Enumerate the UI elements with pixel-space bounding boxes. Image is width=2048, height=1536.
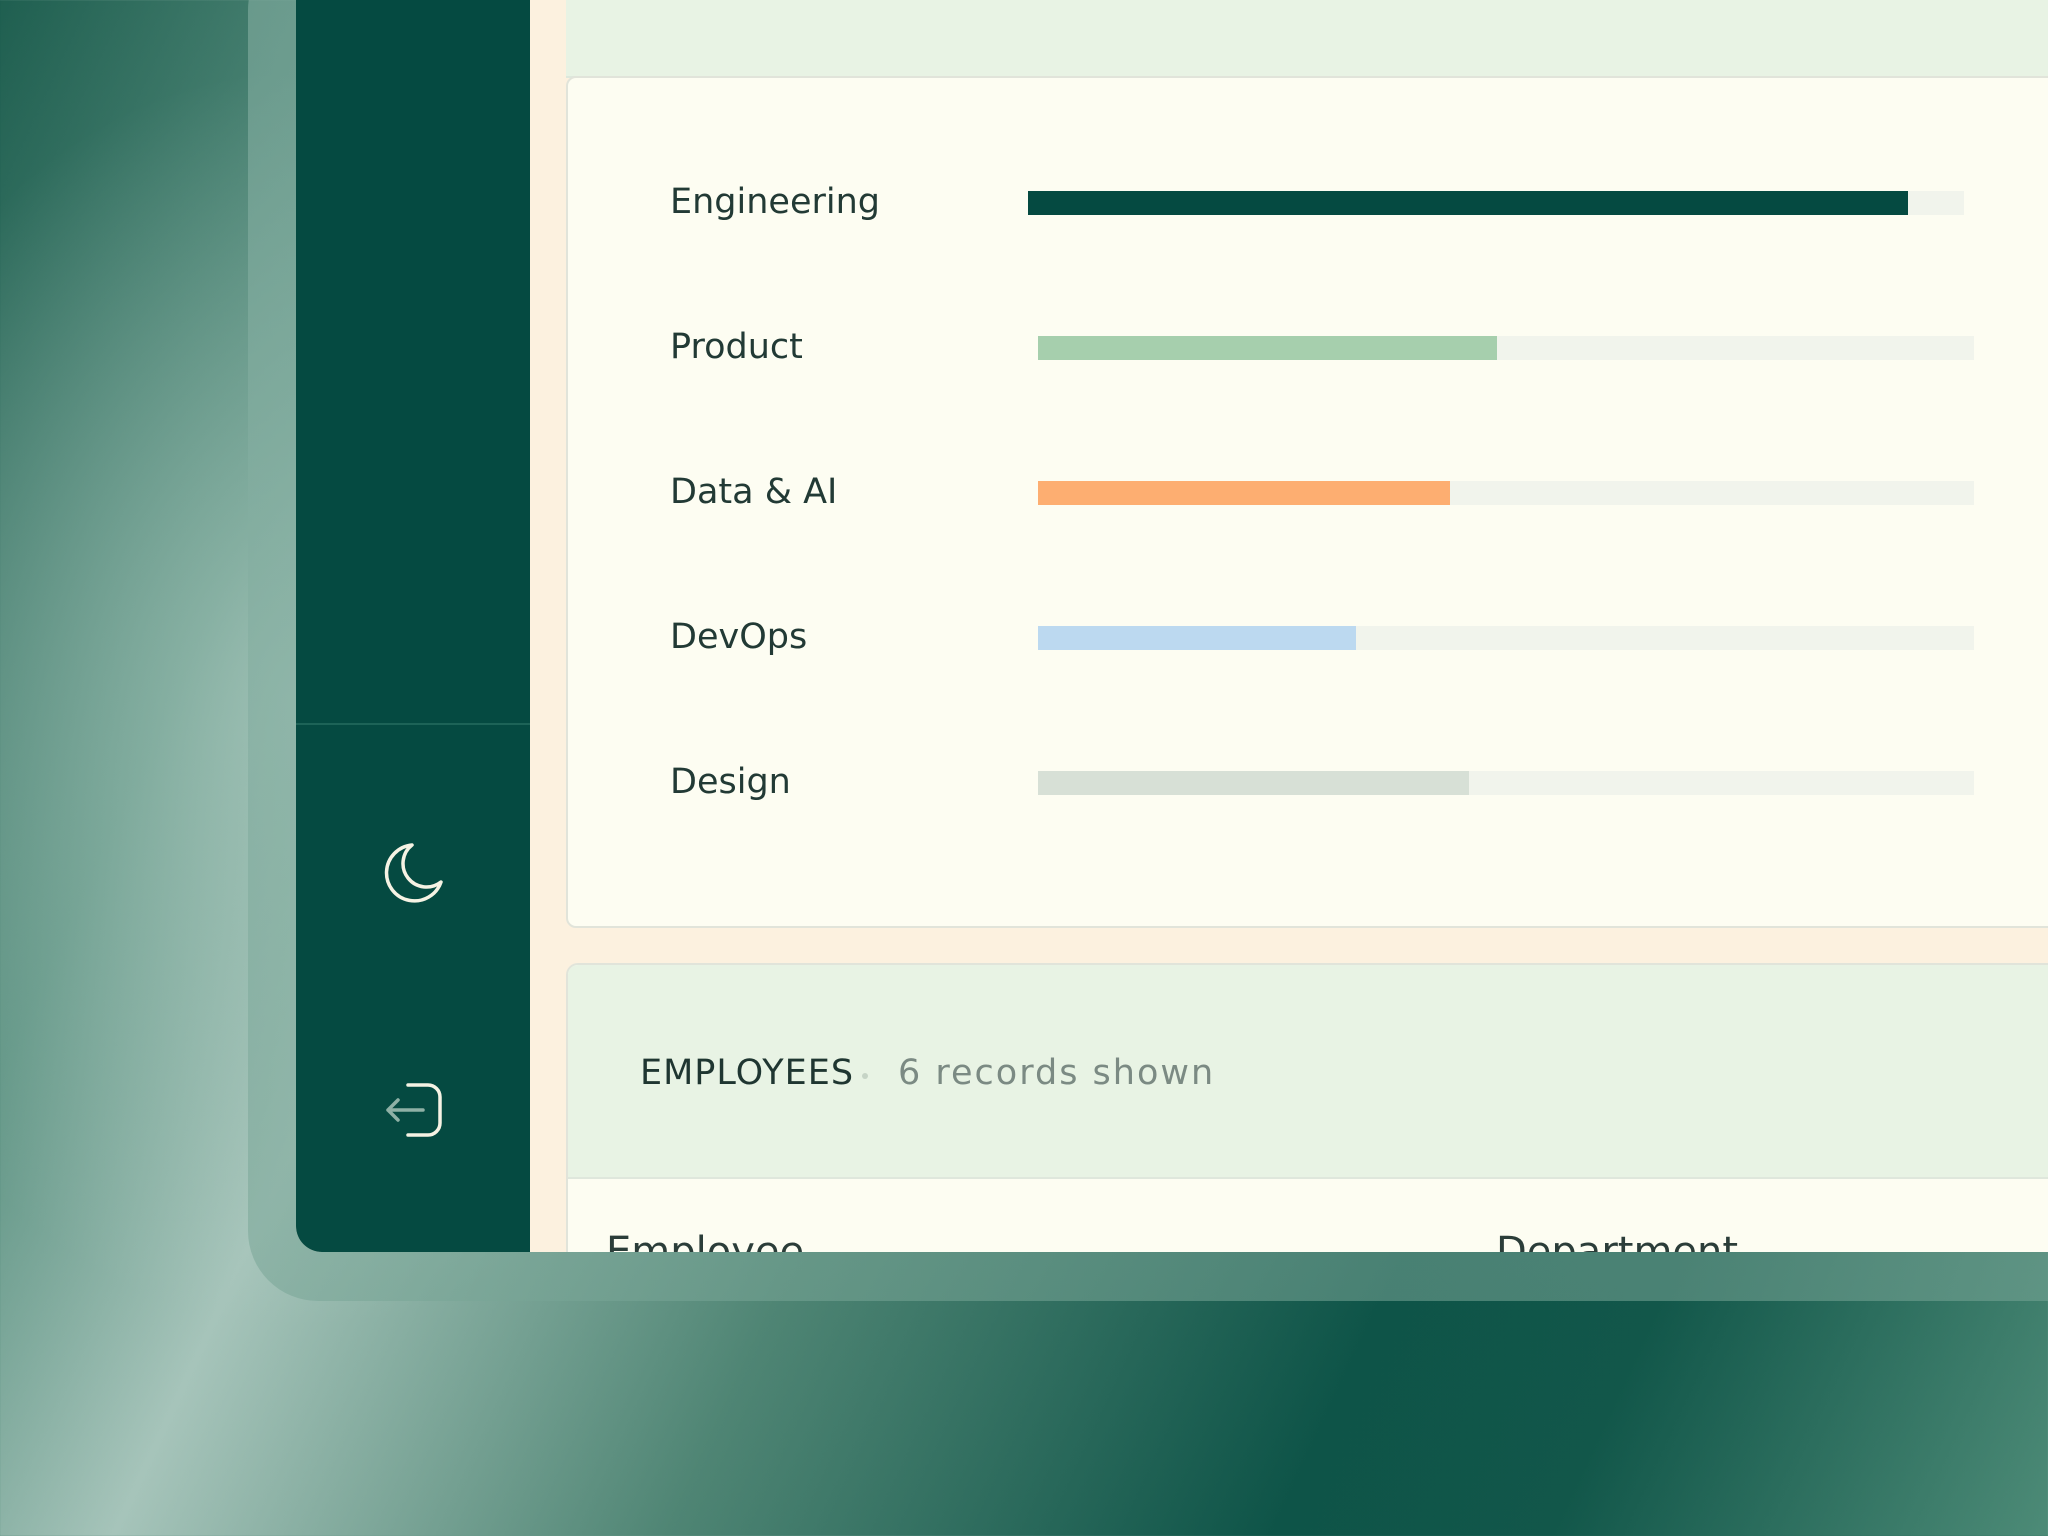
app-window: Engineering Product Data & AI DevOps Design … [296, 0, 2048, 1252]
records-count: 6 records shown [898, 1053, 1216, 1093]
bar-track [1028, 191, 1964, 215]
logout-icon[interactable] [378, 1075, 448, 1145]
chart-row: Design [568, 752, 2048, 812]
chart-row: DevOps [568, 607, 2048, 667]
employees-title: EMPLOYEES [640, 1053, 855, 1093]
employees-header: EMPLOYEES 6 records shown [568, 965, 2048, 1179]
bar-track [1038, 626, 1974, 650]
employees-card: EMPLOYEES 6 records shown Employee Depar… [566, 963, 2048, 1252]
bar-label: Engineering [670, 182, 880, 222]
bar [1038, 771, 1469, 795]
chart-row: Product [568, 317, 2048, 377]
bar-label: Design [670, 762, 791, 802]
bar [1038, 336, 1497, 360]
bar-label: Product [670, 327, 803, 367]
bar-track [1038, 481, 1974, 505]
sidebar-divider [296, 723, 530, 725]
moon-icon[interactable] [378, 838, 448, 908]
bar [1038, 481, 1450, 505]
bar-track [1038, 771, 1974, 795]
chart-row: Engineering [568, 172, 2048, 232]
main-content: Engineering Product Data & AI DevOps Design … [530, 0, 2048, 1252]
bar [1028, 191, 1908, 215]
sidebar [296, 0, 530, 1252]
column-header-employee[interactable]: Employee [606, 1229, 804, 1252]
chart-row: Data & AI [568, 462, 2048, 522]
bar-track [1038, 336, 1974, 360]
column-header-department[interactable]: Department [1496, 1229, 1738, 1252]
separator-dot [862, 1073, 868, 1079]
department-chart-card: Engineering Product Data & AI DevOps Design [566, 76, 2048, 928]
bar [1038, 626, 1356, 650]
bar-label: DevOps [670, 617, 808, 657]
bar-label: Data & AI [670, 472, 838, 512]
top-card [566, 0, 2048, 78]
